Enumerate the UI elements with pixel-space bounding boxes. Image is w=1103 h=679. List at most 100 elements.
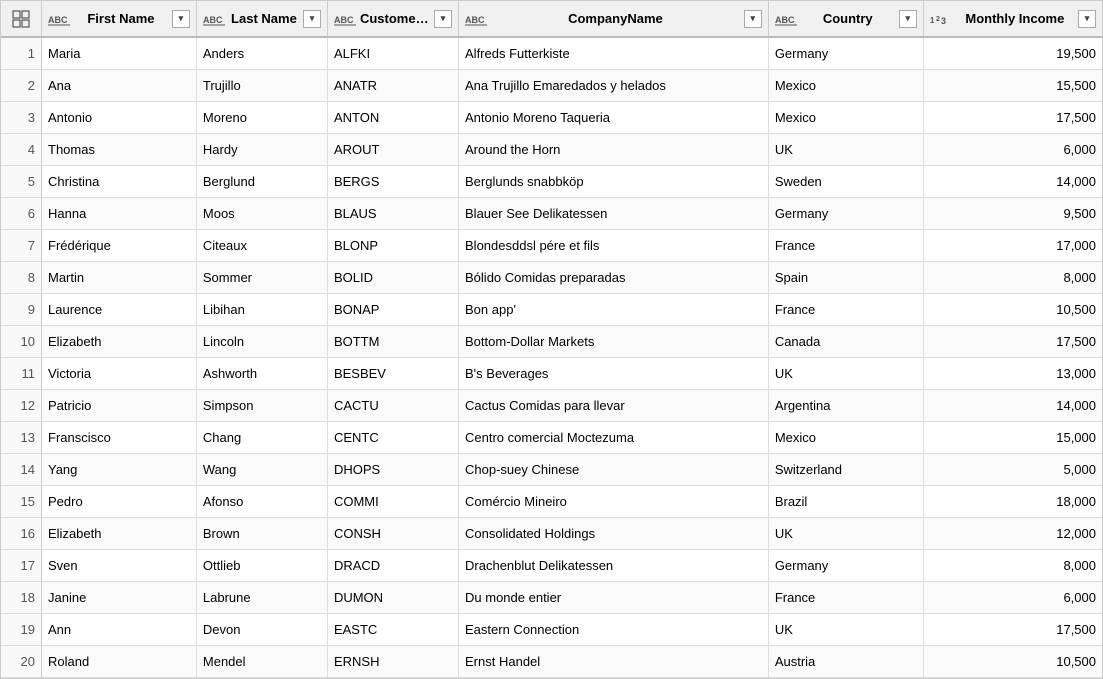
cell-firstname: Antonio xyxy=(42,101,197,133)
companyname-filter-button[interactable]: ▾ xyxy=(744,10,762,28)
country-header-label: Country xyxy=(801,11,895,26)
cell-lastname: Libihan xyxy=(196,293,327,325)
cell-lastname: Hardy xyxy=(196,133,327,165)
customerid-type-icon: ABC xyxy=(334,12,356,26)
cell-rownum: 8 xyxy=(1,261,42,293)
cell-rownum: 18 xyxy=(1,581,42,613)
data-table: ABC First Name▾ ABC Last Name▾ ABC Custo… xyxy=(0,0,1103,679)
table-row[interactable]: 13FransciscoChangCENTCCentro comercial M… xyxy=(1,421,1102,453)
table-row[interactable]: 14YangWangDHOPSChop-suey ChineseSwitzerl… xyxy=(1,453,1102,485)
cell-firstname: Martin xyxy=(42,261,197,293)
cell-country: Germany xyxy=(768,549,923,581)
cell-income: 14,000 xyxy=(923,389,1102,421)
cell-firstname: Janine xyxy=(42,581,197,613)
cell-rownum: 20 xyxy=(1,645,42,677)
cell-companyname: Antonio Moreno Taqueria xyxy=(459,101,769,133)
cell-rownum: 17 xyxy=(1,549,42,581)
cell-firstname: Thomas xyxy=(42,133,197,165)
cell-income: 5,000 xyxy=(923,453,1102,485)
cell-country: France xyxy=(768,581,923,613)
cell-firstname: Pedro xyxy=(42,485,197,517)
cell-income: 8,000 xyxy=(923,549,1102,581)
cell-firstname: Laurence xyxy=(42,293,197,325)
cell-rownum: 11 xyxy=(1,357,42,389)
cell-country: Austria xyxy=(768,645,923,677)
table-row[interactable]: 17SvenOttliebDRACDDrachenblut Delikatess… xyxy=(1,549,1102,581)
lastname-header-label: Last Name xyxy=(229,11,299,26)
cell-lastname: Labrune xyxy=(196,581,327,613)
svg-text:2: 2 xyxy=(936,16,940,23)
column-header-companyname: ABC CompanyName▾ xyxy=(459,1,769,37)
cell-rownum: 10 xyxy=(1,325,42,357)
table-row[interactable]: 12PatricioSimpsonCACTUCactus Comidas par… xyxy=(1,389,1102,421)
table-row[interactable]: 10ElizabethLincolnBOTTMBottom-Dollar Mar… xyxy=(1,325,1102,357)
cell-country: UK xyxy=(768,517,923,549)
cell-country: Argentina xyxy=(768,389,923,421)
cell-country: UK xyxy=(768,133,923,165)
table-row[interactable]: 16ElizabethBrownCONSHConsolidated Holdin… xyxy=(1,517,1102,549)
customerid-filter-button[interactable]: ▾ xyxy=(434,10,452,28)
cell-companyname: Consolidated Holdings xyxy=(459,517,769,549)
cell-customerid: AROUT xyxy=(327,133,458,165)
cell-country: Germany xyxy=(768,197,923,229)
table-row[interactable]: 6HannaMoosBLAUSBlauer See DelikatessenGe… xyxy=(1,197,1102,229)
cell-rownum: 15 xyxy=(1,485,42,517)
cell-lastname: Simpson xyxy=(196,389,327,421)
cell-lastname: Anders xyxy=(196,37,327,69)
cell-income: 15,500 xyxy=(923,69,1102,101)
svg-text:ABC: ABC xyxy=(48,15,68,25)
column-header-income: 1 2 3 Monthly Income▾ xyxy=(923,1,1102,37)
cell-companyname: Du monde entier xyxy=(459,581,769,613)
table-row[interactable]: 20RolandMendelERNSHErnst HandelAustria10… xyxy=(1,645,1102,677)
cell-companyname: Ernst Handel xyxy=(459,645,769,677)
table-row[interactable]: 7FrédériqueCiteauxBLONPBlondesddsl pére … xyxy=(1,229,1102,261)
table-row[interactable]: 11VictoriaAshworthBESBEVB's BeveragesUK1… xyxy=(1,357,1102,389)
cell-rownum: 4 xyxy=(1,133,42,165)
firstname-filter-button[interactable]: ▾ xyxy=(172,10,190,28)
cell-lastname: Moreno xyxy=(196,101,327,133)
cell-firstname: Yang xyxy=(42,453,197,485)
cell-lastname: Brown xyxy=(196,517,327,549)
table-row[interactable]: 15PedroAfonsoCOMMIComércio MineiroBrazil… xyxy=(1,485,1102,517)
svg-text:ABC: ABC xyxy=(465,15,485,25)
column-header-rownum xyxy=(1,1,42,37)
cell-customerid: ANATR xyxy=(327,69,458,101)
cell-country: Brazil xyxy=(768,485,923,517)
cell-income: 14,000 xyxy=(923,165,1102,197)
income-filter-button[interactable]: ▾ xyxy=(1078,10,1096,28)
cell-companyname: Around the Horn xyxy=(459,133,769,165)
svg-text:ABC: ABC xyxy=(203,15,223,25)
income-header-label: Monthly Income xyxy=(956,11,1074,26)
cell-lastname: Citeaux xyxy=(196,229,327,261)
cell-income: 18,000 xyxy=(923,485,1102,517)
cell-customerid: ALFKI xyxy=(327,37,458,69)
lastname-filter-button[interactable]: ▾ xyxy=(303,10,321,28)
country-filter-button[interactable]: ▾ xyxy=(899,10,917,28)
cell-income: 19,500 xyxy=(923,37,1102,69)
table-row[interactable]: 4ThomasHardyAROUTAround the HornUK6,000 xyxy=(1,133,1102,165)
cell-income: 12,000 xyxy=(923,517,1102,549)
cell-customerid: BOTTM xyxy=(327,325,458,357)
cell-companyname: Blondesddsl pére et fils xyxy=(459,229,769,261)
cell-customerid: BLONP xyxy=(327,229,458,261)
table-row[interactable]: 1MariaAndersALFKIAlfreds FutterkisteGerm… xyxy=(1,37,1102,69)
table-row[interactable]: 19AnnDevonEASTCEastern ConnectionUK17,50… xyxy=(1,613,1102,645)
cell-companyname: Berglunds snabbköp xyxy=(459,165,769,197)
table-row[interactable]: 8MartinSommerBOLIDBólido Comidas prepara… xyxy=(1,261,1102,293)
cell-companyname: Cactus Comidas para llevar xyxy=(459,389,769,421)
cell-companyname: Bon app' xyxy=(459,293,769,325)
cell-income: 8,000 xyxy=(923,261,1102,293)
grid-icon xyxy=(12,10,30,28)
cell-customerid: DUMON xyxy=(327,581,458,613)
cell-lastname: Lincoln xyxy=(196,325,327,357)
cell-rownum: 19 xyxy=(1,613,42,645)
cell-country: Germany xyxy=(768,37,923,69)
cell-lastname: Devon xyxy=(196,613,327,645)
table-row[interactable]: 9LaurenceLibihanBONAPBon app'France10,50… xyxy=(1,293,1102,325)
table-row[interactable]: 3AntonioMorenoANTONAntonio Moreno Taquer… xyxy=(1,101,1102,133)
cell-companyname: Chop-suey Chinese xyxy=(459,453,769,485)
cell-firstname: Elizabeth xyxy=(42,325,197,357)
table-row[interactable]: 5ChristinaBerglundBERGSBerglunds snabbkö… xyxy=(1,165,1102,197)
table-row[interactable]: 18JanineLabruneDUMONDu monde entierFranc… xyxy=(1,581,1102,613)
table-row[interactable]: 2AnaTrujilloANATRAna Trujillo Emaredados… xyxy=(1,69,1102,101)
